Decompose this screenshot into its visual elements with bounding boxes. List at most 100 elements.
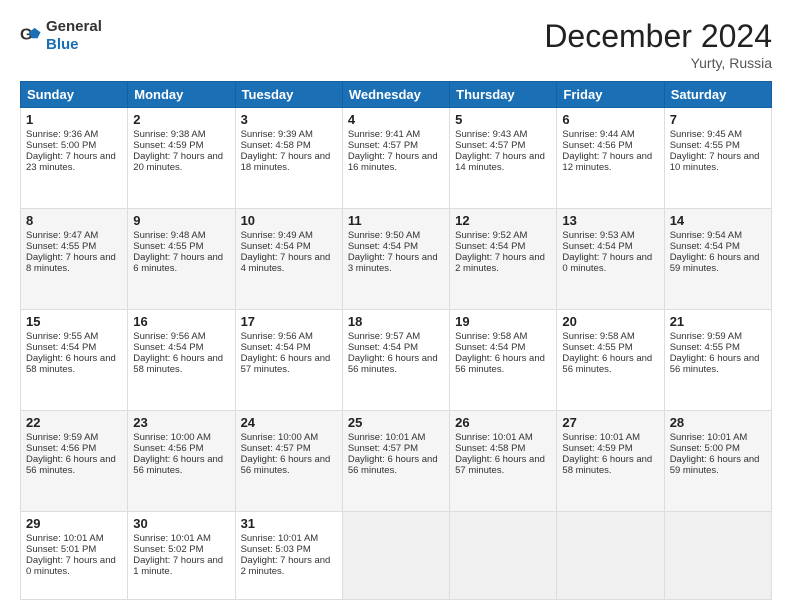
sunrise-text: Sunrise: 9:57 AM	[348, 331, 420, 342]
calendar-cell: 24 Sunrise: 10:00 AM Sunset: 4:57 PM Day…	[235, 410, 342, 511]
calendar-cell: 2 Sunrise: 9:38 AM Sunset: 4:59 PM Dayli…	[128, 108, 235, 209]
calendar-cell: 13 Sunrise: 9:53 AM Sunset: 4:54 PM Dayl…	[557, 208, 664, 309]
day-number: 4	[348, 112, 444, 127]
logo-text: General Blue	[46, 18, 102, 54]
calendar-cell: 23 Sunrise: 10:00 AM Sunset: 4:56 PM Day…	[128, 410, 235, 511]
calendar-week-row: 29 Sunrise: 10:01 AM Sunset: 5:01 PM Day…	[21, 511, 772, 599]
calendar-table: Sunday Monday Tuesday Wednesday Thursday…	[20, 81, 772, 600]
sunrise-text: Sunrise: 10:01 AM	[133, 533, 211, 544]
sunrise-text: Sunrise: 9:53 AM	[562, 230, 634, 241]
calendar-cell: 4 Sunrise: 9:41 AM Sunset: 4:57 PM Dayli…	[342, 108, 449, 209]
calendar-cell: 17 Sunrise: 9:56 AM Sunset: 4:54 PM Dayl…	[235, 309, 342, 410]
calendar-cell: 28 Sunrise: 10:01 AM Sunset: 5:00 PM Day…	[664, 410, 771, 511]
daylight-text: Daylight: 6 hours and 56 minutes.	[348, 454, 438, 476]
sunset-text: Sunset: 5:00 PM	[26, 140, 96, 151]
calendar-cell: 30 Sunrise: 10:01 AM Sunset: 5:02 PM Day…	[128, 511, 235, 599]
daylight-text: Daylight: 7 hours and 2 minutes.	[455, 252, 545, 274]
col-monday: Monday	[128, 82, 235, 108]
sunset-text: Sunset: 4:54 PM	[670, 241, 740, 252]
daylight-text: Daylight: 6 hours and 56 minutes.	[455, 353, 545, 375]
calendar-cell	[557, 511, 664, 599]
sunset-text: Sunset: 4:54 PM	[348, 241, 418, 252]
sunset-text: Sunset: 4:58 PM	[241, 140, 311, 151]
day-number: 25	[348, 415, 444, 430]
daylight-text: Daylight: 7 hours and 0 minutes.	[562, 252, 652, 274]
calendar-cell: 6 Sunrise: 9:44 AM Sunset: 4:56 PM Dayli…	[557, 108, 664, 209]
sunset-text: Sunset: 4:55 PM	[133, 241, 203, 252]
sunset-text: Sunset: 4:55 PM	[26, 241, 96, 252]
daylight-text: Daylight: 6 hours and 57 minutes.	[241, 353, 331, 375]
sunrise-text: Sunrise: 9:59 AM	[670, 331, 742, 342]
day-number: 3	[241, 112, 337, 127]
sunset-text: Sunset: 4:57 PM	[348, 140, 418, 151]
month-title: December 2024	[544, 18, 772, 55]
calendar-cell: 21 Sunrise: 9:59 AM Sunset: 4:55 PM Dayl…	[664, 309, 771, 410]
calendar-cell: 10 Sunrise: 9:49 AM Sunset: 4:54 PM Dayl…	[235, 208, 342, 309]
day-number: 26	[455, 415, 551, 430]
calendar-cell: 31 Sunrise: 10:01 AM Sunset: 5:03 PM Day…	[235, 511, 342, 599]
calendar-cell: 19 Sunrise: 9:58 AM Sunset: 4:54 PM Dayl…	[450, 309, 557, 410]
daylight-text: Daylight: 7 hours and 8 minutes.	[26, 252, 116, 274]
day-number: 23	[133, 415, 229, 430]
sunrise-text: Sunrise: 9:41 AM	[348, 129, 420, 140]
calendar-cell: 9 Sunrise: 9:48 AM Sunset: 4:55 PM Dayli…	[128, 208, 235, 309]
day-number: 9	[133, 213, 229, 228]
calendar-cell: 20 Sunrise: 9:58 AM Sunset: 4:55 PM Dayl…	[557, 309, 664, 410]
calendar-cell: 25 Sunrise: 10:01 AM Sunset: 4:57 PM Day…	[342, 410, 449, 511]
calendar-cell	[342, 511, 449, 599]
sunset-text: Sunset: 4:54 PM	[241, 342, 311, 353]
day-number: 12	[455, 213, 551, 228]
sunrise-text: Sunrise: 9:36 AM	[26, 129, 98, 140]
sunrise-text: Sunrise: 10:00 AM	[133, 432, 211, 443]
sunset-text: Sunset: 4:59 PM	[562, 443, 632, 454]
sunset-text: Sunset: 4:54 PM	[133, 342, 203, 353]
sunrise-text: Sunrise: 10:01 AM	[562, 432, 640, 443]
sunrise-text: Sunrise: 9:58 AM	[562, 331, 634, 342]
calendar-cell: 3 Sunrise: 9:39 AM Sunset: 4:58 PM Dayli…	[235, 108, 342, 209]
sunset-text: Sunset: 4:56 PM	[133, 443, 203, 454]
day-number: 24	[241, 415, 337, 430]
day-number: 7	[670, 112, 766, 127]
calendar-cell: 5 Sunrise: 9:43 AM Sunset: 4:57 PM Dayli…	[450, 108, 557, 209]
col-tuesday: Tuesday	[235, 82, 342, 108]
daylight-text: Daylight: 7 hours and 14 minutes.	[455, 151, 545, 173]
col-saturday: Saturday	[664, 82, 771, 108]
daylight-text: Daylight: 7 hours and 4 minutes.	[241, 252, 331, 274]
daylight-text: Daylight: 6 hours and 56 minutes.	[348, 353, 438, 375]
calendar-cell	[664, 511, 771, 599]
sunrise-text: Sunrise: 9:39 AM	[241, 129, 313, 140]
calendar-cell: 11 Sunrise: 9:50 AM Sunset: 4:54 PM Dayl…	[342, 208, 449, 309]
day-number: 27	[562, 415, 658, 430]
sunset-text: Sunset: 4:57 PM	[348, 443, 418, 454]
calendar-cell: 15 Sunrise: 9:55 AM Sunset: 4:54 PM Dayl…	[21, 309, 128, 410]
sunrise-text: Sunrise: 10:01 AM	[455, 432, 533, 443]
daylight-text: Daylight: 7 hours and 6 minutes.	[133, 252, 223, 274]
calendar-cell: 1 Sunrise: 9:36 AM Sunset: 5:00 PM Dayli…	[21, 108, 128, 209]
day-number: 18	[348, 314, 444, 329]
day-number: 29	[26, 516, 122, 531]
logo: G General Blue	[20, 18, 102, 54]
daylight-text: Daylight: 7 hours and 1 minute.	[133, 555, 223, 577]
calendar-week-row: 8 Sunrise: 9:47 AM Sunset: 4:55 PM Dayli…	[21, 208, 772, 309]
daylight-text: Daylight: 6 hours and 58 minutes.	[26, 353, 116, 375]
sunset-text: Sunset: 5:03 PM	[241, 544, 311, 555]
calendar-week-row: 15 Sunrise: 9:55 AM Sunset: 4:54 PM Dayl…	[21, 309, 772, 410]
day-number: 10	[241, 213, 337, 228]
logo-icon: G	[20, 25, 42, 47]
header: G General Blue December 2024 Yurty, Russ…	[20, 18, 772, 71]
daylight-text: Daylight: 6 hours and 59 minutes.	[670, 454, 760, 476]
daylight-text: Daylight: 6 hours and 58 minutes.	[562, 454, 652, 476]
calendar-cell: 29 Sunrise: 10:01 AM Sunset: 5:01 PM Day…	[21, 511, 128, 599]
calendar-cell	[450, 511, 557, 599]
sunset-text: Sunset: 4:55 PM	[562, 342, 632, 353]
logo-blue: Blue	[46, 36, 79, 53]
daylight-text: Daylight: 7 hours and 3 minutes.	[348, 252, 438, 274]
sunset-text: Sunset: 4:54 PM	[26, 342, 96, 353]
sunset-text: Sunset: 4:58 PM	[455, 443, 525, 454]
sunrise-text: Sunrise: 9:58 AM	[455, 331, 527, 342]
col-sunday: Sunday	[21, 82, 128, 108]
sunrise-text: Sunrise: 9:55 AM	[26, 331, 98, 342]
calendar-header-row: Sunday Monday Tuesday Wednesday Thursday…	[21, 82, 772, 108]
sunset-text: Sunset: 4:56 PM	[562, 140, 632, 151]
sunrise-text: Sunrise: 9:43 AM	[455, 129, 527, 140]
